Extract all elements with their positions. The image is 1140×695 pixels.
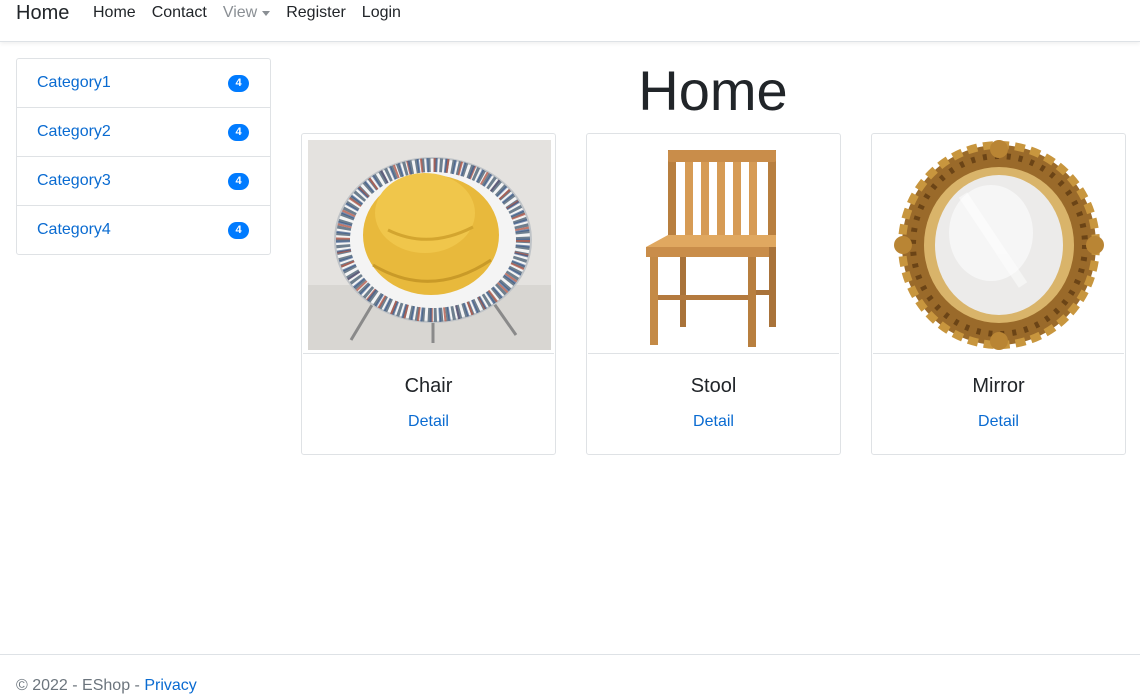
chair-image [303, 135, 554, 354]
navbar: Home Home Contact View Register Login [0, 0, 1140, 42]
nav-login-link[interactable]: Login [362, 3, 401, 23]
footer-text: © 2022 - EShop - Privacy [16, 677, 197, 695]
product-card: Chair Detail [301, 133, 556, 455]
category-item: Category4 4 [17, 206, 270, 254]
nav-links: Home Contact View Register Login [93, 3, 417, 23]
category-list: Category1 4 Category2 4 Category3 4 Cate… [16, 58, 271, 255]
nav-contact-link[interactable]: Contact [152, 3, 207, 23]
count-badge: 4 [228, 172, 249, 190]
category-item: Category2 4 [17, 108, 270, 157]
count-badge: 4 [228, 74, 249, 92]
footer: © 2022 - EShop - Privacy [0, 654, 1140, 695]
nav-view-label: View [222, 4, 258, 21]
detail-link[interactable]: Detail [302, 413, 555, 431]
detail-link[interactable]: Detail [587, 413, 840, 431]
category-link[interactable]: Category3 [37, 172, 111, 190]
nav-register-link[interactable]: Register [286, 3, 346, 23]
caret-down-icon [262, 10, 271, 16]
category-link[interactable]: Category4 [37, 221, 111, 239]
nav-view-dropdown[interactable]: View [222, 3, 271, 23]
page-title: Home [638, 59, 788, 122]
product-name: Mirror [972, 375, 1025, 397]
product-card: Stool Detail [586, 133, 841, 455]
detail-link[interactable]: Detail [872, 413, 1125, 431]
copyright-text: © 2022 - EShop - [16, 677, 145, 694]
product-name: Stool [690, 375, 737, 397]
product-name: Chair [404, 375, 453, 397]
category-link[interactable]: Category1 [37, 74, 111, 92]
mirror-image [873, 135, 1124, 354]
category-item: Category3 4 [17, 157, 270, 206]
privacy-link[interactable]: Privacy [144, 677, 196, 694]
count-badge: 4 [228, 123, 249, 141]
nav-home-link[interactable]: Home [93, 3, 136, 23]
brand-link[interactable]: Home [16, 1, 69, 25]
product-card: Mirror Detail [871, 133, 1126, 455]
count-badge: 4 [228, 221, 249, 239]
category-item: Category1 4 [17, 59, 270, 108]
category-link[interactable]: Category2 [37, 123, 111, 141]
stool-image [588, 135, 839, 354]
